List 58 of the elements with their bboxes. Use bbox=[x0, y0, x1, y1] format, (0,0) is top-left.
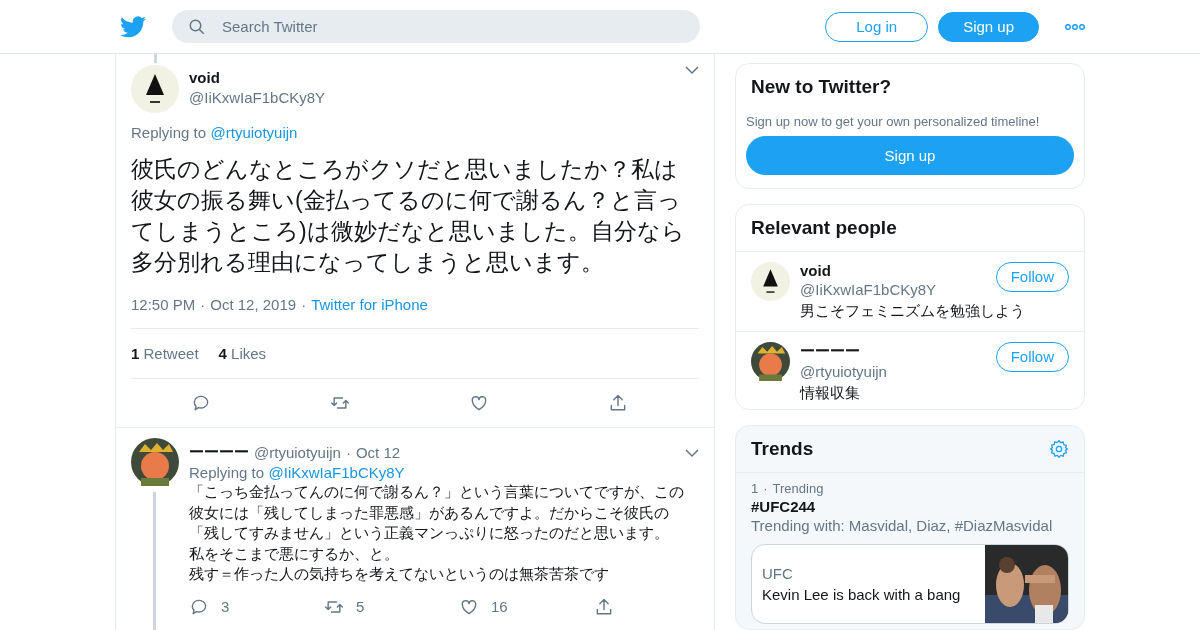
tweet-date[interactable]: Oct 12 bbox=[355, 444, 401, 461]
follow-button[interactable]: Follow bbox=[995, 341, 1069, 372]
chevron-icon[interactable] bbox=[685, 447, 699, 458]
retweet-count[interactable]: 1 Retweet bbox=[131, 345, 199, 362]
tweet-date: Oct 12, 2019 bbox=[210, 296, 297, 313]
card-title: Relevant people bbox=[751, 216, 897, 239]
card-title: New to Twitter? bbox=[751, 76, 892, 97]
person-handle[interactable]: @IiKxwIaF1bCKy8Y bbox=[800, 280, 937, 298]
reply-text: 「こっち金払ってんのに何で謝るん？」という言葉についてですが、この 彼女には「残してしまった罪悪感」があるんですよ。だからこそ彼氏の 「残してすみません」という正義マンっぷりに怒ったのだと思います。 私をそこまで悪にするか、と。 残す＝作った人の気持ちを考えてないというのは無茶苦茶です bbox=[189, 482, 685, 584]
author-name[interactable]: ーーーー bbox=[189, 443, 249, 462]
retweet-count: 5 bbox=[356, 598, 365, 615]
person-bio: 情報収集 bbox=[800, 383, 861, 403]
author-handle[interactable]: @rtyuiotyuijn bbox=[254, 444, 341, 461]
trend-related: Trending with: Masvidal, Diaz, #DiazMasvidal bbox=[751, 517, 1054, 535]
trend-context: Trending bbox=[772, 481, 824, 497]
news-headline: Kevin Lee is back with a bang bbox=[762, 586, 962, 604]
reply-count: 3 bbox=[221, 598, 230, 615]
person-name[interactable]: ーーーー bbox=[800, 341, 887, 361]
avatar[interactable] bbox=[751, 261, 790, 301]
news-source: UFC bbox=[762, 565, 794, 583]
chevron-icon[interactable] bbox=[685, 65, 699, 75]
search-icon bbox=[188, 17, 206, 36]
follow-button[interactable]: Follow bbox=[995, 261, 1069, 292]
person-name[interactable]: void bbox=[800, 261, 937, 279]
news-card[interactable]: UFC Kevin Lee is back with a bang bbox=[751, 544, 1069, 625]
signup-button[interactable]: Sign up bbox=[746, 136, 1074, 175]
settings-icon[interactable] bbox=[1049, 439, 1069, 460]
search-bar[interactable]: Search Twitter bbox=[172, 10, 700, 43]
mention-link[interactable]: @rtyuiotyuijn bbox=[210, 124, 298, 141]
avatar[interactable] bbox=[131, 438, 179, 486]
tweet-text: 彼氏のどんなところがクソだと思いましたか？私は彼女の振る舞い(金払ってるのに何で謝るん？と言ってしまうところ)は微妙だなと思いました。自分なら多分別れる理由になってしまうと思います。 bbox=[131, 155, 686, 277]
more-icon[interactable] bbox=[1065, 23, 1085, 30]
separator-dot: · bbox=[345, 444, 351, 461]
bird-logo[interactable] bbox=[120, 15, 146, 38]
avatar[interactable] bbox=[131, 65, 179, 113]
card-subtitle: Sign up now to get your own personalized timeline! bbox=[746, 114, 1040, 129]
trend-tag[interactable]: #UFC244 bbox=[751, 498, 1069, 516]
card-title: Trends bbox=[751, 438, 814, 461]
mention-link[interactable]: @IiKxwIaF1bCKy8Y bbox=[268, 464, 405, 481]
search-field[interactable]: Search Twitter bbox=[220, 17, 700, 36]
separator-dot: · bbox=[200, 296, 206, 313]
separator-dot: · bbox=[763, 481, 768, 497]
person-bio: 男こそフェミニズムを勉強しよう bbox=[800, 301, 1026, 321]
trend-rank: 1 bbox=[751, 481, 759, 497]
separator-dot: · bbox=[301, 296, 307, 313]
share-icon[interactable] bbox=[594, 596, 614, 617]
author-handle[interactable]: @IiKxwIaF1bCKy8Y bbox=[189, 89, 326, 106]
replying-label: Replying to bbox=[131, 124, 207, 141]
login-button[interactable]: Log in bbox=[825, 11, 929, 42]
avatar[interactable] bbox=[751, 341, 790, 381]
source-link[interactable]: Twitter for iPhone bbox=[311, 296, 428, 313]
like-count: 16 bbox=[491, 598, 508, 615]
replying-label: Replying to bbox=[189, 464, 265, 481]
person-handle[interactable]: @rtyuiotyuijn bbox=[800, 362, 887, 380]
tweet-time: 12:50 PM bbox=[131, 296, 196, 313]
like-count[interactable]: 4 Likes bbox=[218, 345, 267, 362]
signup-button[interactable]: Sign up bbox=[938, 11, 1039, 42]
author-name[interactable]: void bbox=[189, 69, 326, 86]
